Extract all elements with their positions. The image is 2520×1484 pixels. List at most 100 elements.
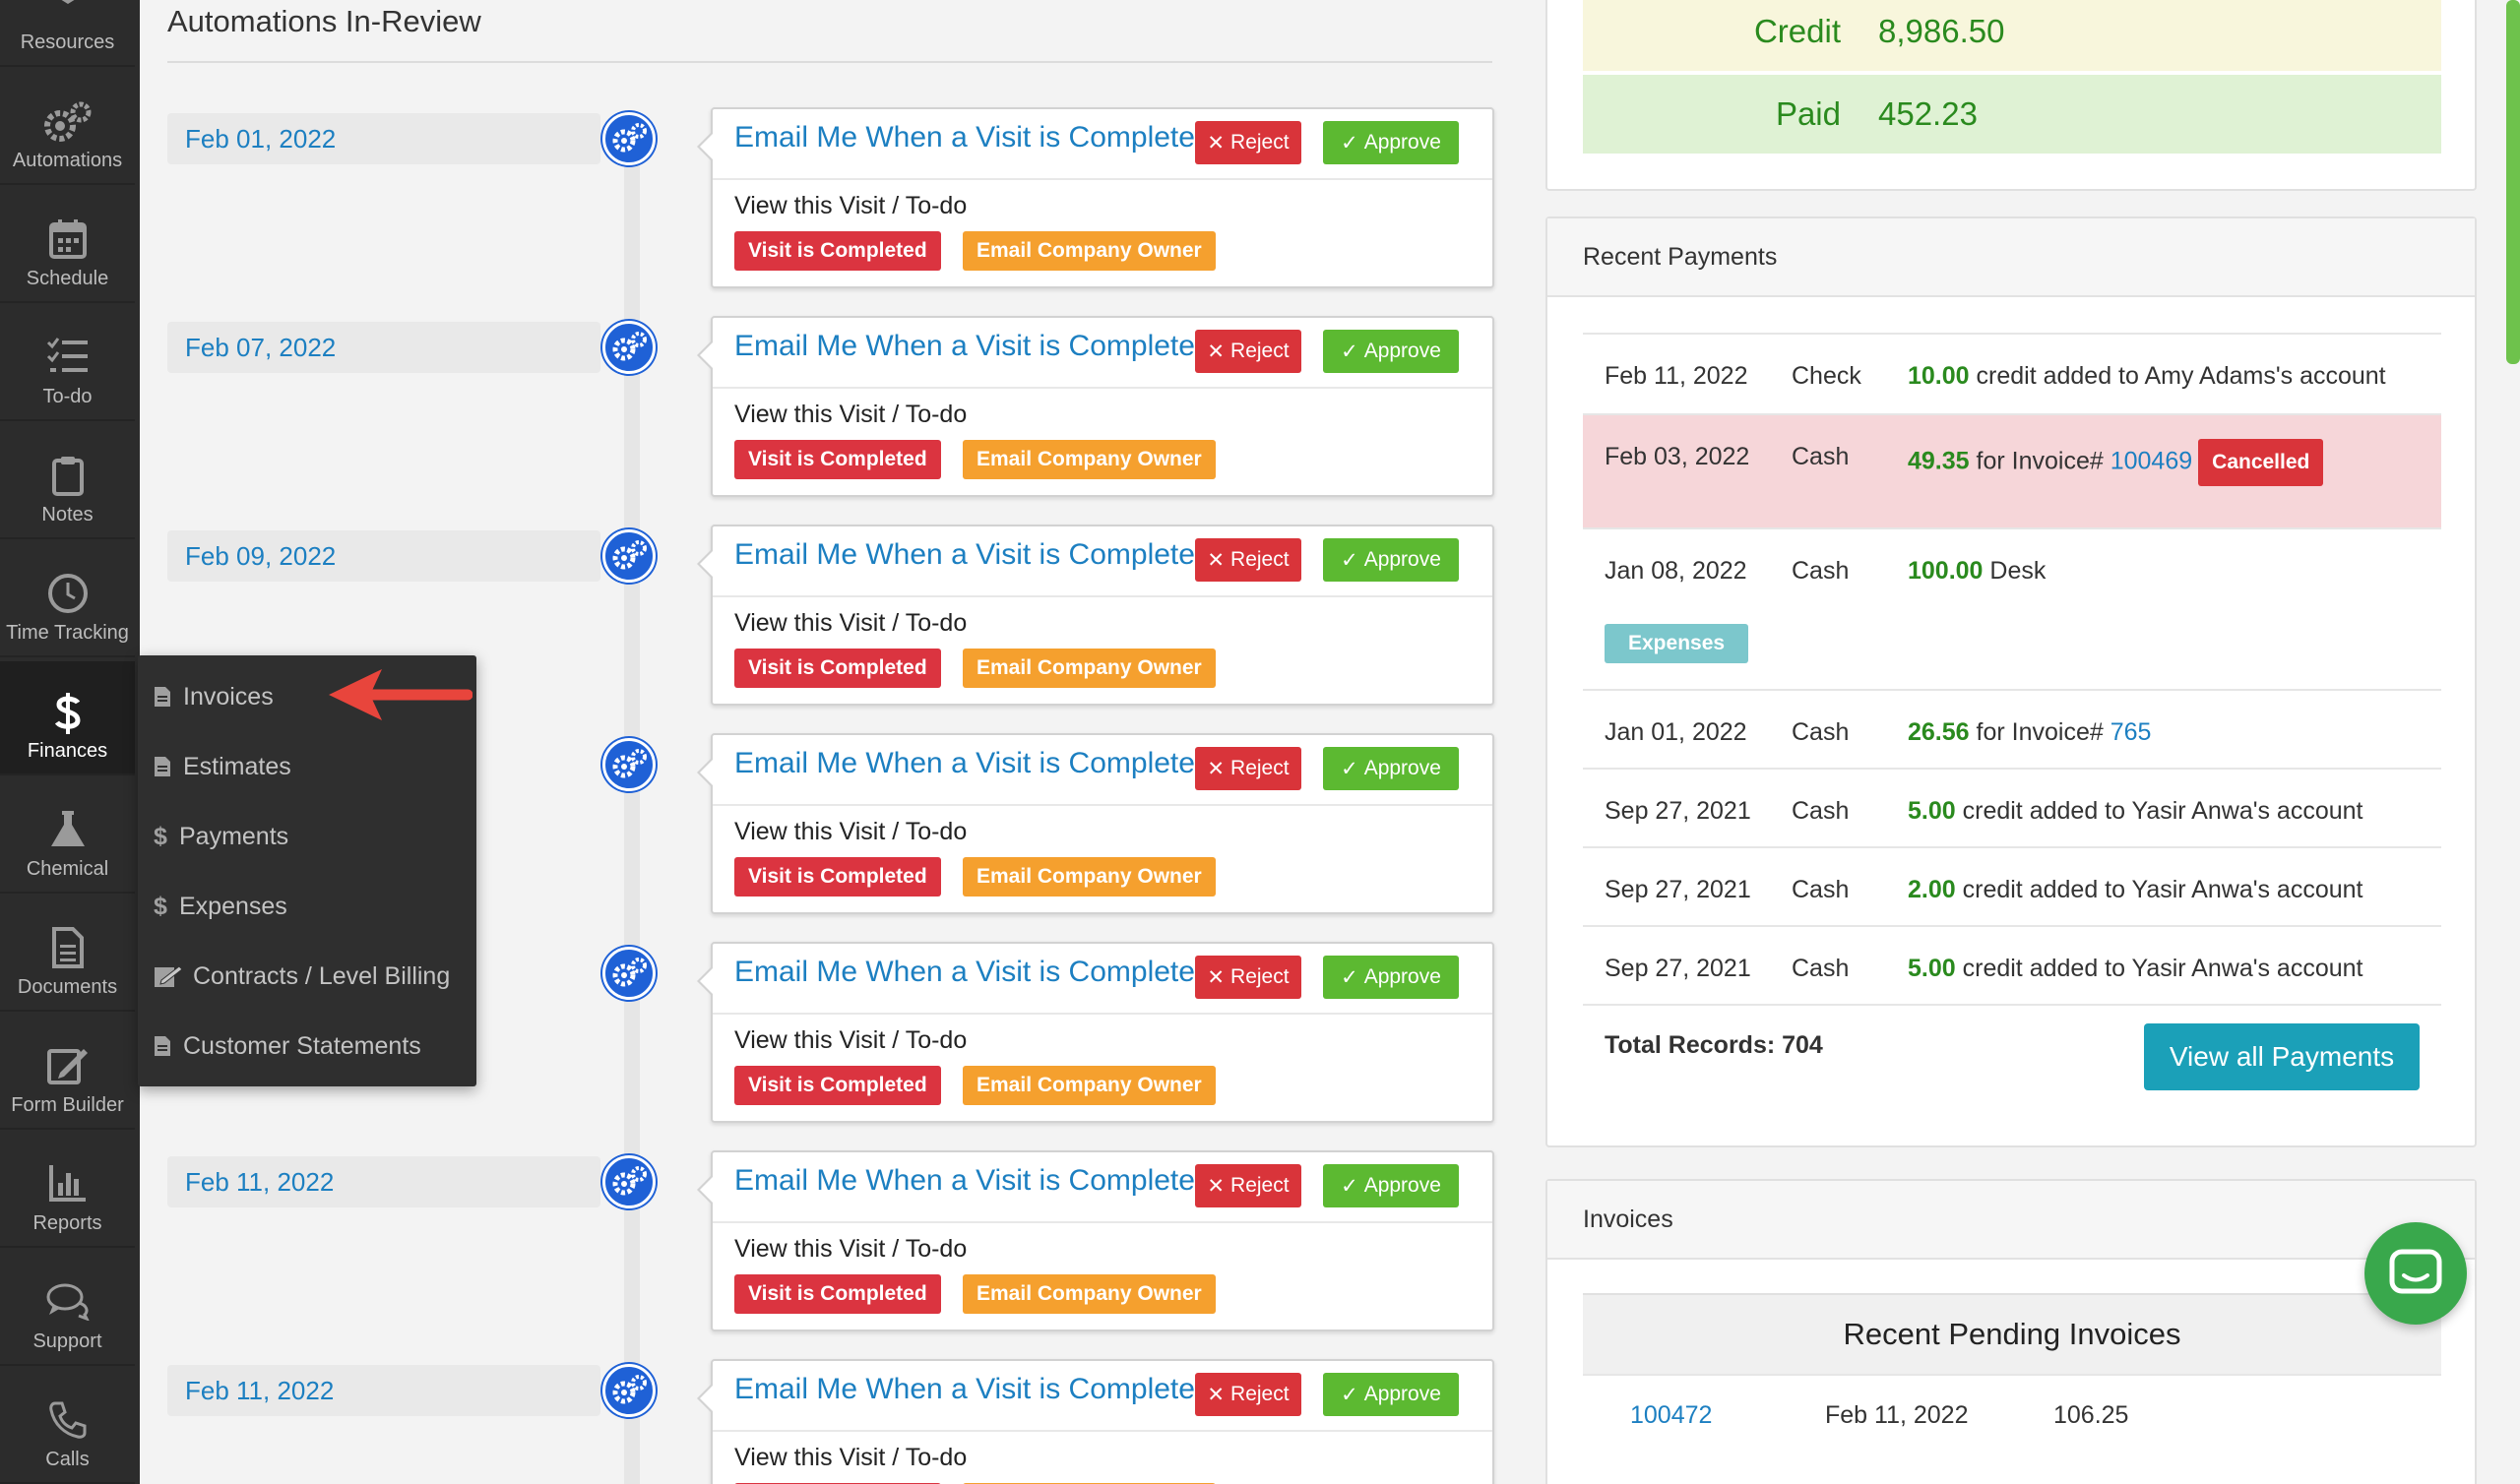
card-divider — [713, 804, 1492, 806]
automation-title-link[interactable]: Email Me When a Visit is Complete — [734, 1373, 1195, 1406]
submenu-item-invoices[interactable]: Invoices — [154, 677, 274, 716]
invoice-link[interactable]: 765 — [2110, 718, 2152, 746]
submenu-item-customer-statements[interactable]: Customer Statements — [154, 1026, 421, 1066]
reject-button[interactable]: ✕ Reject — [1195, 538, 1301, 582]
approve-button[interactable]: ✓ Approve — [1323, 538, 1459, 582]
chat-launcher-button[interactable] — [2364, 1222, 2467, 1325]
invoice-link[interactable]: 100469 — [2110, 448, 2192, 475]
trigger-badge: Visit is Completed — [734, 1066, 941, 1105]
close-icon: ✕ — [1207, 340, 1226, 363]
automation-card: Email Me When a Visit is Complete ✕ Reject… — [697, 316, 1494, 497]
phone-icon — [0, 1399, 135, 1447]
sidebar-item-support[interactable]: Support — [0, 1252, 135, 1366]
sidebar-item-documents[interactable]: Documents — [0, 897, 135, 1012]
automation-gear-icon — [602, 529, 656, 583]
automation-date[interactable]: Feb 11, 2022 — [167, 1365, 600, 1416]
check-icon: ✓ — [1341, 1383, 1358, 1406]
approve-label: Approve — [1363, 340, 1441, 362]
action-badge: Email Company Owner — [963, 1274, 1216, 1314]
reject-label: Reject — [1230, 757, 1290, 779]
sidebar-item-reports[interactable]: Reports — [0, 1134, 135, 1248]
view-visit-link[interactable]: View this Visit / To-do — [734, 401, 967, 429]
document-icon — [0, 927, 135, 974]
sidebar-item-form-builder[interactable]: Form Builder — [0, 1016, 135, 1130]
invoice-date: Feb 11, 2022 — [1825, 1401, 1969, 1429]
view-visit-link[interactable]: View this Visit / To-do — [734, 1026, 967, 1055]
reject-button[interactable]: ✕ Reject — [1195, 330, 1301, 373]
flask-icon — [0, 809, 135, 856]
approve-button[interactable]: ✓ Approve — [1323, 956, 1459, 999]
invoice-number-link[interactable]: 100472 — [1630, 1401, 1712, 1430]
automation-date[interactable]: Feb 01, 2022 — [167, 113, 600, 164]
sidebar-item-finances[interactable]: Finances — [0, 661, 135, 775]
sidebar-item-time-tracking[interactable]: Time Tracking — [0, 543, 135, 657]
approve-button[interactable]: ✓ Approve — [1323, 121, 1459, 164]
dollar-icon: $ — [154, 822, 167, 850]
automation-title-link[interactable]: Email Me When a Visit is Complete — [734, 330, 1195, 363]
payment-text: credit added to Yasir Anwa's account — [1962, 876, 2363, 903]
approve-label: Approve — [1363, 965, 1441, 988]
approve-button[interactable]: ✓ Approve — [1323, 330, 1459, 373]
calendar-icon — [0, 218, 135, 266]
automation-date[interactable]: Feb 11, 2022 — [167, 1156, 600, 1207]
approve-label: Approve — [1363, 1174, 1441, 1197]
reject-button[interactable]: ✕ Reject — [1195, 747, 1301, 790]
invoice-row: 100472 Feb 11, 2022 106.25 — [1583, 1374, 2441, 1454]
automation-title-link[interactable]: Email Me When a Visit is Complete — [734, 538, 1195, 572]
approve-button[interactable]: ✓ Approve — [1323, 747, 1459, 790]
reject-button[interactable]: ✕ Reject — [1195, 1373, 1301, 1416]
reject-button[interactable]: ✕ Reject — [1195, 121, 1301, 164]
sidebar-item-automations[interactable]: Automations — [0, 71, 135, 185]
trigger-badge: Visit is Completed — [734, 231, 941, 271]
automation-title-link[interactable]: Email Me When a Visit is Complete — [734, 121, 1195, 155]
check-icon: ✓ — [1341, 131, 1358, 155]
approve-button[interactable]: ✓ Approve — [1323, 1373, 1459, 1416]
credit-row: Credit 8,986.50 — [1583, 0, 2441, 71]
payment-date: Jan 01, 2022 — [1605, 718, 1747, 746]
reject-label: Reject — [1230, 1383, 1290, 1405]
close-icon: ✕ — [1207, 548, 1226, 572]
view-visit-link[interactable]: View this Visit / To-do — [734, 192, 967, 220]
action-badge: Email Company Owner — [963, 1066, 1216, 1105]
automation-title-link[interactable]: Email Me When a Visit is Complete — [734, 747, 1195, 780]
view-visit-link[interactable]: View this Visit / To-do — [734, 1444, 967, 1472]
view-all-payments-button[interactable]: View all Payments — [2144, 1023, 2420, 1090]
sidebar-item-chemical[interactable]: Chemical — [0, 779, 135, 894]
automation-gear-icon — [602, 112, 656, 165]
page-scrollbar[interactable] — [2506, 0, 2520, 364]
payment-text: credit added to Amy Adams's account — [1976, 362, 2386, 390]
reject-label: Reject — [1230, 965, 1290, 988]
submenu-item-estimates[interactable]: Estimates — [154, 747, 291, 786]
reject-button[interactable]: ✕ Reject — [1195, 1164, 1301, 1207]
sidebar-label: Time Tracking — [6, 622, 129, 644]
automation-title-link[interactable]: Email Me When a Visit is Complete — [734, 956, 1195, 989]
payment-text: for Invoice# — [1976, 718, 2104, 746]
view-visit-link[interactable]: View this Visit / To-do — [734, 609, 967, 638]
automation-date[interactable]: Feb 07, 2022 — [167, 322, 600, 373]
sidebar-item-notes[interactable]: Notes — [0, 425, 135, 539]
payment-amount: 100.00 — [1908, 557, 1984, 585]
approve-label: Approve — [1363, 1383, 1441, 1405]
paid-row: Paid 452.23 — [1583, 75, 2441, 154]
clock-icon — [0, 573, 135, 620]
submenu-item-contracts[interactable]: Contracts / Level Billing — [154, 957, 450, 996]
trigger-badge: Visit is Completed — [734, 1274, 941, 1314]
reject-button[interactable]: ✕ Reject — [1195, 956, 1301, 999]
sidebar-label: Chemical — [26, 858, 109, 880]
payment-amount: 26.56 — [1908, 718, 1970, 746]
sidebar-item-resources[interactable]: Resources — [0, 0, 135, 67]
view-visit-link[interactable]: View this Visit / To-do — [734, 818, 967, 846]
sidebar-item-todo[interactable]: To-do — [0, 307, 135, 421]
view-visit-link[interactable]: View this Visit / To-do — [734, 1235, 967, 1264]
sidebar-item-schedule[interactable]: Schedule — [0, 189, 135, 303]
submenu-label: Contracts / Level Billing — [193, 961, 451, 990]
automation-title-link[interactable]: Email Me When a Visit is Complete — [734, 1164, 1195, 1198]
automation-date[interactable]: Feb 09, 2022 — [167, 530, 600, 582]
approve-button[interactable]: ✓ Approve — [1323, 1164, 1459, 1207]
sidebar-item-calls[interactable]: Calls — [0, 1370, 135, 1484]
invoice-amount: 106.25 — [2053, 1401, 2129, 1429]
total-records: Total Records: 704 — [1605, 1031, 1823, 1059]
submenu-item-payments[interactable]: $ Payments — [154, 817, 288, 856]
payment-amount: 49.35 — [1908, 447, 1970, 475]
submenu-item-expenses[interactable]: $ Expenses — [154, 887, 287, 926]
